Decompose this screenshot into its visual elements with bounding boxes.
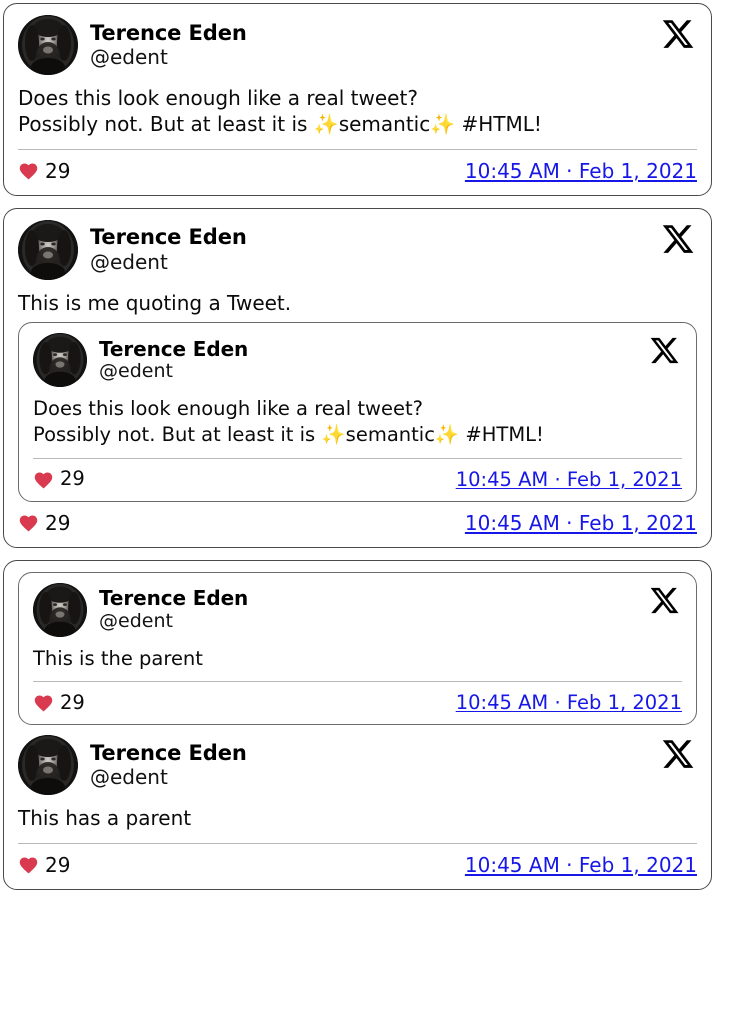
avatar[interactable] bbox=[33, 333, 87, 388]
tweet-text-line2-b: semantic bbox=[338, 112, 431, 137]
tweet-list: Terence Eden @edent Does this look enoug… bbox=[0, 0, 730, 890]
tweet-text-line1: Does this look enough like a real tweet? bbox=[18, 86, 418, 110]
avatar[interactable] bbox=[18, 219, 78, 280]
heart-icon[interactable] bbox=[18, 513, 39, 534]
tweet-text-line1: Does this look enough like a real tweet? bbox=[33, 397, 423, 421]
like-group[interactable]: 29 bbox=[18, 854, 70, 875]
tweet-text: This has a parent bbox=[18, 806, 192, 831]
display-name: Terence Eden bbox=[90, 740, 247, 765]
like-count: 29 bbox=[60, 467, 85, 491]
like-count: 29 bbox=[45, 510, 71, 535]
timestamp-link[interactable]: 10:45 AM · Feb 1, 2021 bbox=[465, 511, 697, 535]
display-name: Terence Eden bbox=[90, 20, 247, 45]
sparkles-icon: ✨ bbox=[321, 422, 346, 446]
tweet-header: Terence Eden @edent bbox=[18, 735, 697, 796]
handle: @edent bbox=[90, 249, 168, 274]
author-block[interactable]: Terence Eden @edent bbox=[18, 219, 247, 280]
like-count: 29 bbox=[45, 158, 71, 183]
tweet-header: Terence Eden @edent bbox=[33, 333, 682, 388]
tweet-footer: 29 10:45 AM · Feb 1, 2021 bbox=[18, 853, 697, 877]
author-names: Terence Eden @edent bbox=[90, 226, 247, 273]
author-names: Terence Eden @edent bbox=[90, 20, 247, 70]
tweet-text-line2-c: #HTML! bbox=[455, 112, 542, 137]
handle: @edent bbox=[99, 609, 173, 632]
like-group[interactable]: 29 bbox=[33, 692, 85, 713]
tweet-text-line2-b: semantic bbox=[345, 422, 435, 446]
heart-icon[interactable] bbox=[18, 161, 39, 182]
timestamp-link[interactable]: 10:45 AM · Feb 1, 2021 bbox=[456, 691, 682, 714]
display-name: Terence Eden bbox=[99, 336, 249, 361]
tweet-text-line2-c: #HTML! bbox=[459, 422, 544, 446]
tweet-text: Does this look enough like a real tweet?… bbox=[18, 85, 697, 138]
tweet-footer: 29 10:45 AM · Feb 1, 2021 bbox=[33, 691, 682, 714]
tweet-text: This is the parent bbox=[33, 646, 203, 670]
tweet-text: Does this look enough like a real tweet?… bbox=[33, 396, 682, 447]
tweet-card-simple[interactable]: Terence Eden @edent Does this look enoug… bbox=[3, 3, 712, 196]
tweet-footer: 29 10:45 AM · Feb 1, 2021 bbox=[33, 468, 682, 491]
like-group[interactable]: 29 bbox=[18, 160, 70, 181]
tweet-header: Terence Eden @edent bbox=[33, 582, 682, 637]
divider bbox=[33, 457, 682, 459]
tweet-text: This is me quoting a Tweet. bbox=[18, 290, 292, 315]
x-logo-icon[interactable] bbox=[661, 17, 695, 51]
handle: @edent bbox=[90, 765, 168, 790]
avatar[interactable] bbox=[18, 15, 78, 75]
avatar[interactable] bbox=[33, 582, 87, 637]
divider bbox=[33, 681, 682, 683]
tweet-card-thread[interactable]: Terence Eden @edent This is the parent 2… bbox=[3, 559, 712, 890]
heart-icon[interactable] bbox=[33, 470, 54, 491]
like-group[interactable]: 29 bbox=[33, 469, 85, 490]
divider bbox=[18, 148, 697, 150]
sparkles-icon: ✨ bbox=[430, 112, 456, 137]
author-block[interactable]: Terence Eden @edent bbox=[33, 333, 249, 388]
x-logo-icon[interactable] bbox=[661, 737, 695, 771]
x-logo-icon[interactable] bbox=[649, 335, 680, 366]
display-name: Terence Eden bbox=[99, 586, 249, 611]
quoted-tweet-card[interactable]: Terence Eden @edent Does this look enoug… bbox=[18, 322, 697, 502]
avatar[interactable] bbox=[18, 735, 78, 796]
tweet-footer: 29 10:45 AM · Feb 1, 2021 bbox=[18, 159, 697, 183]
heart-icon[interactable] bbox=[18, 855, 39, 876]
x-logo-icon[interactable] bbox=[649, 585, 680, 616]
like-count: 29 bbox=[45, 852, 71, 877]
author-block[interactable]: Terence Eden @edent bbox=[33, 582, 248, 637]
tweet-header: Terence Eden @edent bbox=[18, 15, 697, 75]
author-names: Terence Eden @edent bbox=[99, 336, 249, 383]
tweet-text-line2-a: Possibly not. But at least it is bbox=[18, 112, 314, 137]
sparkles-icon: ✨ bbox=[434, 422, 460, 446]
tweet-header: Terence Eden @edent bbox=[18, 219, 697, 280]
timestamp-link[interactable]: 10:45 AM · Feb 1, 2021 bbox=[465, 853, 697, 877]
divider bbox=[18, 842, 697, 844]
timestamp-link[interactable]: 10:45 AM · Feb 1, 2021 bbox=[465, 159, 697, 183]
handle: @edent bbox=[99, 360, 173, 383]
like-count: 29 bbox=[60, 691, 85, 715]
sparkles-icon: ✨ bbox=[313, 112, 339, 137]
tweet-footer: 29 10:45 AM · Feb 1, 2021 bbox=[18, 511, 697, 535]
heart-icon[interactable] bbox=[33, 693, 54, 714]
handle: @edent bbox=[90, 45, 168, 70]
like-group[interactable]: 29 bbox=[18, 512, 70, 533]
author-block[interactable]: Terence Eden @edent bbox=[18, 15, 247, 75]
parent-tweet-card[interactable]: Terence Eden @edent This is the parent 2… bbox=[18, 571, 697, 726]
timestamp-link[interactable]: 10:45 AM · Feb 1, 2021 bbox=[456, 468, 682, 491]
author-names: Terence Eden @edent bbox=[90, 740, 247, 790]
author-block[interactable]: Terence Eden @edent bbox=[18, 735, 247, 796]
display-name: Terence Eden bbox=[90, 225, 247, 250]
x-logo-icon[interactable] bbox=[661, 222, 695, 256]
tweet-text-line2-a: Possibly not. But at least it is bbox=[33, 422, 322, 446]
author-names: Terence Eden @edent bbox=[99, 587, 248, 632]
tweet-card-quote[interactable]: Terence Eden @edent This is me quoting a… bbox=[3, 207, 712, 548]
